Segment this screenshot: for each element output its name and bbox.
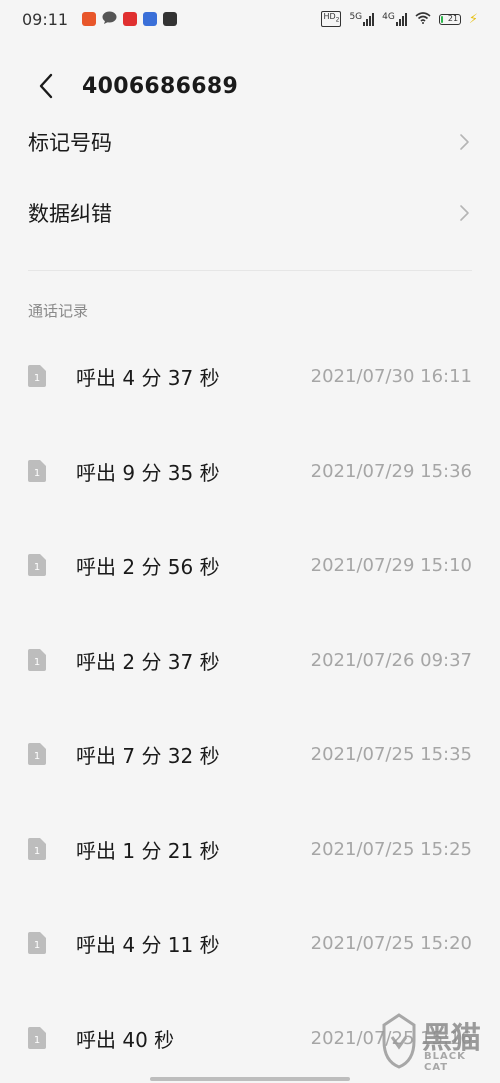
battery-level: 21 <box>447 13 459 23</box>
call-description: 呼出 2 分 37 秒 <box>76 649 220 674</box>
sim-label: 1 <box>34 846 40 857</box>
signal-4g: 4G <box>382 12 407 26</box>
sim-card-icon: 1 <box>28 1027 46 1049</box>
call-log-entry[interactable]: 1 呼出 4 分 11 秒 2021/07/25 15:20 <box>0 913 500 973</box>
hd-label: HD <box>323 12 336 22</box>
call-timestamp: 2021/07/25 15:20 <box>310 932 472 954</box>
back-arrow-icon <box>39 73 53 99</box>
battery-fill <box>440 15 444 23</box>
charging-bolt-icon: ⚡ <box>468 11 478 27</box>
sim-card-icon: 1 <box>28 649 46 671</box>
mark-number-label: 标记号码 <box>28 131 112 155</box>
data-correction-row[interactable]: 数据纠错 <box>0 183 500 243</box>
call-timestamp: 2021/07/29 15:36 <box>310 460 472 482</box>
call-timestamp: 2021/07/25 15:35 <box>310 743 472 765</box>
battery-icon: 21 <box>438 13 461 25</box>
sim-label: 1 <box>34 373 40 384</box>
back-button[interactable] <box>26 66 66 106</box>
mark-number-row[interactable]: 标记号码 <box>0 112 500 172</box>
home-indicator[interactable] <box>150 1077 350 1081</box>
divider <box>28 270 472 271</box>
signal-bars-icon <box>395 12 407 26</box>
sim-label: 1 <box>34 657 40 668</box>
net2-label: 4G <box>382 12 395 22</box>
sim-label: 1 <box>34 1035 40 1046</box>
call-timestamp: 2021/07/26 09:37 <box>310 649 472 671</box>
call-log-entry[interactable]: 1 呼出 9 分 35 秒 2021/07/29 15:36 <box>0 441 500 501</box>
sim-label: 1 <box>34 751 40 762</box>
call-log-entry[interactable]: 1 呼出 1 分 21 秒 2021/07/25 15:25 <box>0 819 500 879</box>
black-cat-watermark: 黑猫 BLACK CAT <box>374 1007 494 1077</box>
call-description: 呼出 9 分 35 秒 <box>76 460 220 485</box>
chevron-right-icon <box>460 134 469 150</box>
wifi-icon <box>415 11 431 27</box>
chevron-right-icon <box>460 205 469 221</box>
signal-5g: 5G <box>349 12 375 26</box>
header: 4006686689 <box>0 58 500 114</box>
call-description: 呼出 4 分 37 秒 <box>76 365 220 390</box>
watermark-sub: BLACK CAT <box>424 1051 466 1073</box>
message-bubble-icon <box>102 10 117 29</box>
sim-card-icon: 1 <box>28 932 46 954</box>
cat-logo-icon <box>382 1013 416 1069</box>
call-log-entry[interactable]: 1 呼出 2 分 37 秒 2021/07/26 09:37 <box>0 630 500 690</box>
call-log-entry[interactable]: 1 呼出 7 分 32 秒 2021/07/25 15:35 <box>0 724 500 784</box>
sim-card-icon: 1 <box>28 838 46 860</box>
call-timestamp: 2021/07/30 16:11 <box>310 365 472 387</box>
status-left: 09:11 <box>22 9 178 29</box>
sim-card-icon: 1 <box>28 743 46 765</box>
sim-label: 1 <box>34 562 40 573</box>
data-correction-label: 数据纠错 <box>28 202 112 226</box>
call-log-section-label: 通话记录 <box>28 302 89 320</box>
call-log-entry[interactable]: 1 呼出 2 分 56 秒 2021/07/29 15:10 <box>0 535 500 595</box>
mail-app-icon <box>143 12 158 26</box>
call-description: 呼出 7 分 32 秒 <box>76 743 220 768</box>
hd-sub: 2 <box>335 16 340 24</box>
call-description: 呼出 1 分 21 秒 <box>76 838 220 863</box>
page-title: 4006686689 <box>82 73 239 99</box>
call-timestamp: 2021/07/25 15:25 <box>310 838 472 860</box>
news-app-icon <box>82 12 97 26</box>
call-description: 呼出 40 秒 <box>76 1027 175 1052</box>
hd-badge: HD2 <box>321 11 342 27</box>
net1-label: 5G <box>349 12 363 22</box>
status-bar: 09:11 HD2 5G 4G 21 ⚡ <box>0 0 500 38</box>
call-log-entry[interactable]: 1 呼出 4 分 37 秒 2021/07/30 16:11 <box>0 346 500 406</box>
status-time: 09:11 <box>22 9 69 29</box>
sim-card-icon: 1 <box>28 365 46 387</box>
sim-card-icon: 1 <box>28 554 46 576</box>
red-app-icon <box>123 12 138 26</box>
call-timestamp: 2021/07/29 15:10 <box>310 554 472 576</box>
sim-label: 1 <box>34 468 40 479</box>
status-right: HD2 5G 4G 21 ⚡ <box>321 11 478 27</box>
sim-card-icon: 1 <box>28 460 46 482</box>
call-description: 呼出 2 分 56 秒 <box>76 554 220 579</box>
call-description: 呼出 4 分 11 秒 <box>76 932 220 957</box>
photo-app-icon <box>163 12 178 26</box>
sim-label: 1 <box>34 940 40 951</box>
signal-bars-icon <box>363 12 375 26</box>
